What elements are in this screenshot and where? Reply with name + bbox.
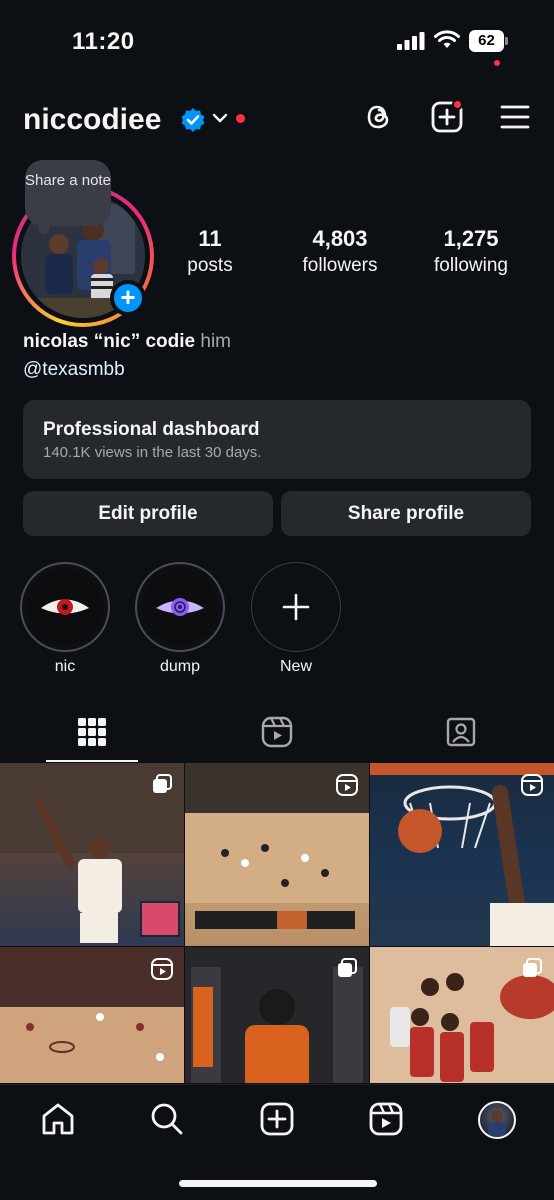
chevron-down-icon[interactable]	[211, 111, 229, 125]
threads-icon[interactable]	[362, 100, 396, 134]
status-time: 11:20	[72, 28, 135, 55]
dashboard-title: Professional dashboard	[43, 419, 260, 440]
carousel-icon	[338, 958, 357, 977]
carousel-icon	[523, 958, 542, 977]
highlight-cover	[142, 569, 218, 645]
bio-pronouns: him	[200, 331, 232, 352]
share-profile-button[interactable]: Share profile	[281, 491, 531, 536]
profile-tabs	[0, 708, 554, 762]
account-switcher-username[interactable]: niccodiee	[23, 103, 161, 137]
create-notification-dot	[452, 99, 463, 110]
highlight-label: New	[279, 658, 312, 675]
professional-dashboard[interactable]: Professional dashboard 140.1K views in t…	[23, 400, 531, 479]
posts-grid	[0, 763, 554, 1083]
reel-badge-icon	[151, 958, 173, 980]
post-tile[interactable]	[370, 947, 554, 1083]
tab-tagged[interactable]	[369, 708, 553, 762]
highlight-label: nic	[54, 658, 76, 675]
edit-profile-button[interactable]: Edit profile	[23, 491, 273, 536]
share-note-bubble[interactable]: Share a note	[25, 160, 111, 226]
profile-header: niccodiee	[0, 95, 554, 147]
highlight-nic[interactable]: nic	[20, 562, 110, 676]
following-count[interactable]: 1,275 following	[420, 226, 522, 277]
battery-level: 62	[469, 30, 504, 52]
plus-icon	[282, 593, 310, 621]
dashboard-subtitle: 140.1K views in the last 30 days.	[43, 444, 262, 461]
grid-icon	[78, 718, 106, 746]
highlight-dump[interactable]: dump	[135, 562, 225, 676]
reel-badge-icon	[336, 774, 358, 796]
post-tile[interactable]	[370, 763, 554, 946]
wifi-icon	[434, 30, 460, 48]
highlight-new-button[interactable]: New	[251, 562, 341, 676]
posts-count[interactable]: 11 posts	[170, 226, 250, 277]
cellular-signal-icon	[397, 32, 425, 50]
battery-icon: 62	[469, 30, 509, 52]
status-bar: 11:20 62	[0, 0, 554, 84]
add-story-plus-icon[interactable]: +	[110, 280, 146, 316]
post-tile[interactable]	[0, 947, 184, 1083]
profile-avatar-tab[interactable]	[478, 1101, 516, 1139]
menu-icon[interactable]	[498, 100, 532, 134]
active-tab-indicator	[46, 760, 138, 762]
bio-mention-link[interactable]: @texasmbb	[23, 359, 125, 381]
avatar	[488, 1110, 506, 1137]
reel-badge-icon	[521, 774, 543, 796]
home-icon[interactable]	[40, 1101, 76, 1137]
tab-reels[interactable]	[185, 708, 369, 762]
home-indicator	[179, 1180, 377, 1187]
post-tile[interactable]	[185, 763, 369, 946]
bio-display-name: nicolas “nic” codie him	[23, 331, 232, 352]
account-notification-dot	[236, 114, 245, 123]
followers-count[interactable]: 4,803 followers	[290, 226, 390, 277]
post-tile[interactable]	[185, 947, 369, 1083]
profile-notification-dot	[494, 60, 500, 66]
tagged-icon	[446, 717, 476, 747]
search-icon[interactable]	[149, 1101, 185, 1137]
highlight-cover	[27, 569, 103, 645]
tab-posts-grid[interactable]	[0, 708, 184, 762]
reels-icon[interactable]	[368, 1101, 404, 1137]
verified-badge-icon	[181, 108, 205, 132]
post-tile[interactable]	[0, 763, 184, 946]
reels-icon	[261, 716, 293, 748]
create-icon[interactable]	[259, 1101, 295, 1137]
carousel-icon	[153, 774, 172, 793]
highlight-label: dump	[159, 658, 201, 675]
